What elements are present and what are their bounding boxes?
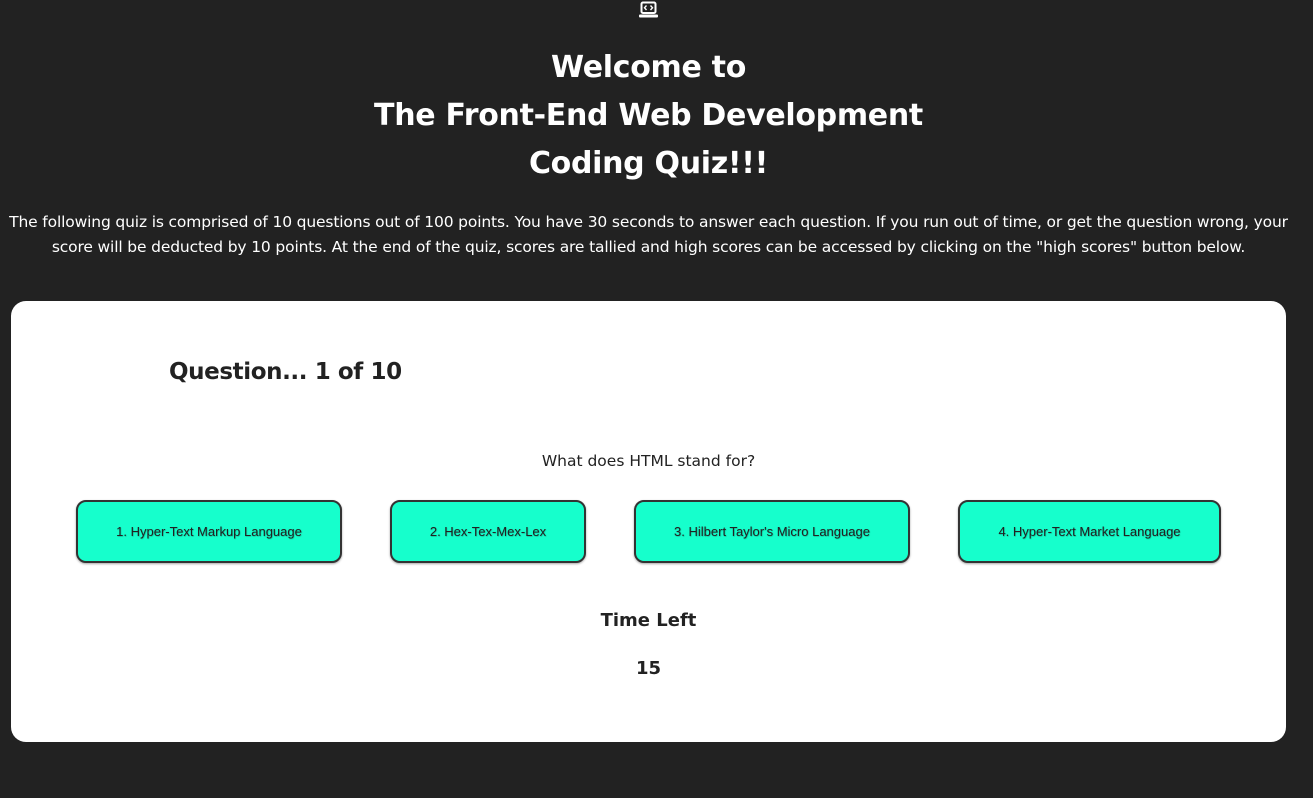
timer-value: 15 <box>635 658 662 679</box>
question-text: What does HTML stand for? <box>541 452 756 470</box>
title-line-1: Welcome to <box>550 50 747 85</box>
laptop-code-icon <box>639 1 658 18</box>
page: Welcome to The Front-End Web Development… <box>0 0 1313 798</box>
answer-button-4[interactable]: 4. Hyper-Text Market Language <box>958 500 1221 563</box>
page-title: Welcome to The Front-End Web Development… <box>0 44 1297 188</box>
title-line-3: Coding Quiz!!! <box>528 146 769 181</box>
time-left-label: Time Left <box>600 610 697 631</box>
answer-button-2[interactable]: 2. Hex-Tex-Mex-Lex <box>390 500 586 563</box>
answer-button-3[interactable]: 3. Hilbert Taylor's Micro Language <box>634 500 910 563</box>
answer-button-1[interactable]: 1. Hyper-Text Markup Language <box>76 500 342 563</box>
quiz-card: Question... 1 of 10 What does HTML stand… <box>11 301 1286 742</box>
question-counter: Question... 1 of 10 <box>169 359 402 385</box>
title-line-2: The Front-End Web Development <box>374 98 923 133</box>
quiz-instructions: The following quiz is comprised of 10 qu… <box>9 213 1288 256</box>
